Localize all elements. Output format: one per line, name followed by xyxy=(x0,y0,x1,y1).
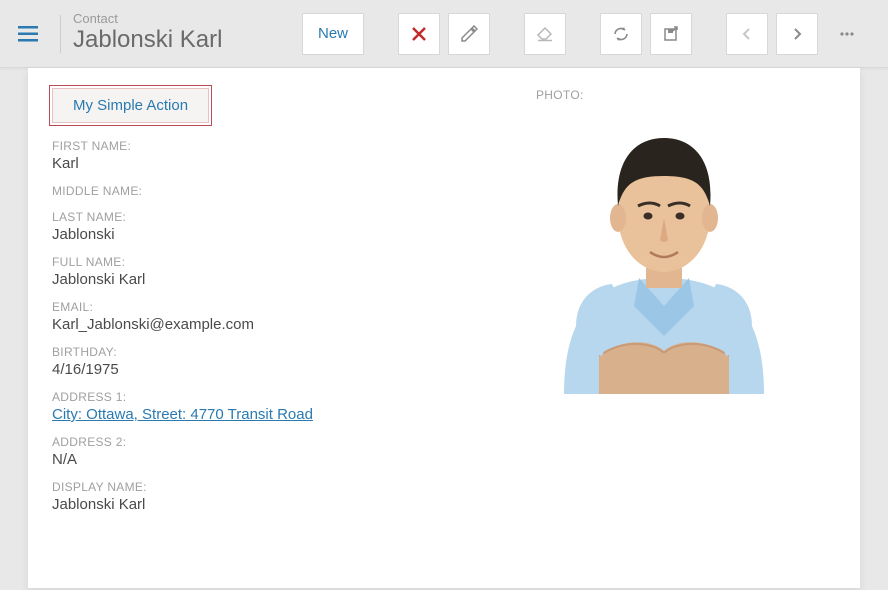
eraser-icon xyxy=(536,25,554,43)
field-full-name: FULL NAME: Jablonski Karl xyxy=(52,255,508,288)
toolbar-buttons: New xyxy=(302,13,868,55)
field-address1: ADDRESS 1: City: Ottawa, Street: 4770 Tr… xyxy=(52,390,508,423)
full-name-label: FULL NAME: xyxy=(52,255,508,269)
field-display-name: DISPLAY NAME: Jablonski Karl xyxy=(52,480,508,513)
menu-button[interactable] xyxy=(8,14,48,54)
action-button-label: My Simple Action xyxy=(73,97,188,114)
refresh-icon xyxy=(612,25,630,43)
hamburger-icon xyxy=(18,26,38,42)
address2-label: ADDRESS 2: xyxy=(52,435,508,449)
address2-value: N/A xyxy=(52,451,508,468)
photo-label: PHOTO: xyxy=(536,88,836,102)
erase-button[interactable] xyxy=(524,13,566,55)
page-title: Jablonski Karl xyxy=(73,26,222,55)
last-name-value: Jablonski xyxy=(52,226,508,243)
photo-box xyxy=(536,106,792,394)
edit-button[interactable] xyxy=(448,13,490,55)
display-name-label: DISPLAY NAME: xyxy=(52,480,508,494)
field-email: EMAIL: Karl_Jablonski@example.com xyxy=(52,300,508,333)
first-name-value: Karl xyxy=(52,155,508,172)
email-value: Karl_Jablonski@example.com xyxy=(52,316,508,333)
field-birthday: BIRTHDAY: 4/16/1975 xyxy=(52,345,508,378)
save-button[interactable] xyxy=(650,13,692,55)
field-address2: ADDRESS 2: N/A xyxy=(52,435,508,468)
address1-link[interactable]: City: Ottawa, Street: 4770 Transit Road xyxy=(52,406,313,423)
my-simple-action-button[interactable]: My Simple Action xyxy=(52,88,209,123)
address1-value: City: Ottawa, Street: 4770 Transit Road xyxy=(52,406,508,423)
close-icon xyxy=(410,25,428,43)
chevron-right-icon xyxy=(790,27,804,41)
middle-name-label: MIDDLE NAME: xyxy=(52,184,508,198)
refresh-button[interactable] xyxy=(600,13,642,55)
pencil-icon xyxy=(460,25,478,43)
dots-icon xyxy=(838,25,856,43)
birthday-value: 4/16/1975 xyxy=(52,361,508,378)
fields-column: My Simple Action FIRST NAME: Karl MIDDLE… xyxy=(52,88,508,564)
toolbar: Contact Jablonski Karl New xyxy=(0,0,888,68)
birthday-label: BIRTHDAY: xyxy=(52,345,508,359)
chevron-left-icon xyxy=(740,27,754,41)
next-button[interactable] xyxy=(776,13,818,55)
email-label: EMAIL: xyxy=(52,300,508,314)
display-name-value: Jablonski Karl xyxy=(52,496,508,513)
title-caption: Contact xyxy=(73,12,222,26)
detail-card: My Simple Action FIRST NAME: Karl MIDDLE… xyxy=(28,68,860,588)
first-name-label: FIRST NAME: xyxy=(52,139,508,153)
more-button[interactable] xyxy=(826,13,868,55)
last-name-label: LAST NAME: xyxy=(52,210,508,224)
title-separator xyxy=(60,15,61,53)
address1-label: ADDRESS 1: xyxy=(52,390,508,404)
field-last-name: LAST NAME: Jablonski xyxy=(52,210,508,243)
avatar-icon xyxy=(544,106,784,394)
save-icon xyxy=(662,25,680,43)
field-first-name: FIRST NAME: Karl xyxy=(52,139,508,172)
new-button-label: New xyxy=(318,25,348,42)
field-middle-name: MIDDLE NAME: xyxy=(52,184,508,198)
full-name-value: Jablonski Karl xyxy=(52,271,508,288)
delete-button[interactable] xyxy=(398,13,440,55)
prev-button[interactable] xyxy=(726,13,768,55)
new-button[interactable]: New xyxy=(302,13,364,55)
photo-column: PHOTO: xyxy=(536,88,836,564)
title-block: Contact Jablonski Karl xyxy=(73,12,222,55)
